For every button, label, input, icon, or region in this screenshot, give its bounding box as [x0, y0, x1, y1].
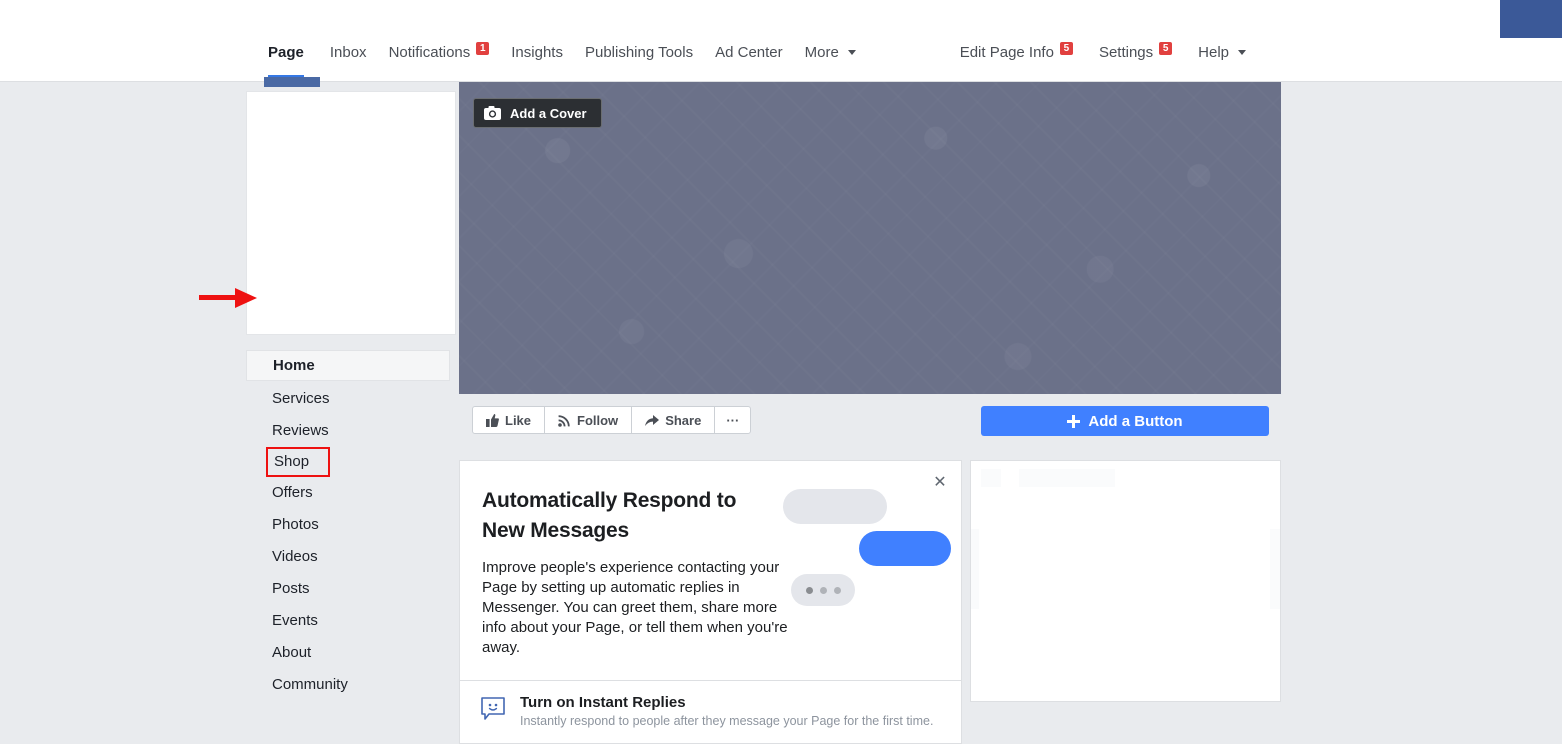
rss-icon	[558, 414, 570, 427]
sidebar-item-offers[interactable]: Offers	[246, 477, 464, 509]
settings-badge: 5	[1159, 42, 1173, 55]
more-options-button[interactable]: ···	[715, 407, 750, 433]
nav-tab-more-label: More	[804, 44, 839, 61]
sidebar-item-label: Shop	[274, 453, 310, 470]
nav-settings[interactable]: Settings 5	[1098, 42, 1198, 79]
ellipsis-icon: ···	[726, 412, 740, 428]
placeholder-block	[1019, 469, 1115, 487]
nav-help-label: Help	[1198, 44, 1229, 61]
nav-tab-page[interactable]: Page	[268, 44, 330, 79]
promo-body-text: Improve people's experience contacting y…	[482, 559, 788, 656]
sidebar-item-community[interactable]: Community	[246, 669, 464, 701]
like-button-label: Like	[505, 412, 532, 428]
nav-tab-publishing-tools[interactable]: Publishing Tools	[585, 44, 715, 79]
edit-page-info-badge: 5	[1059, 42, 1073, 55]
add-cover-label: Add a Cover	[510, 105, 587, 121]
nav-help[interactable]: Help	[1198, 44, 1272, 79]
plus-icon	[1067, 414, 1081, 428]
share-arrow-icon	[645, 414, 660, 426]
sidebar-item-about[interactable]: About	[246, 637, 464, 669]
mockup-incoming-bubble	[783, 489, 887, 524]
sidebar-item-shop[interactable]: Shop	[266, 447, 330, 477]
nav-tab-publishing-tools-label: Publishing Tools	[584, 44, 694, 61]
instant-replies-text-block: Turn on Instant Replies Instantly respon…	[520, 694, 933, 728]
close-icon[interactable]: ✕	[931, 473, 949, 491]
typing-dot	[819, 586, 827, 594]
promo-title: Automatically Respond to New Messages	[482, 489, 737, 542]
profile-picture-card[interactable]	[246, 91, 456, 335]
sidebar-item-events[interactable]: Events	[246, 605, 464, 637]
like-button[interactable]: Like	[473, 407, 546, 433]
typing-dot	[833, 586, 841, 594]
nav-tab-notifications[interactable]: Notifications 1	[388, 42, 512, 79]
sidebar-item-home[interactable]: Home	[246, 350, 450, 381]
page-sections-menu: Home Services Reviews Shop Offers Photos…	[246, 350, 464, 701]
chevron-down-icon	[1238, 50, 1246, 55]
nav-edit-page-info-label: Edit Page Info	[959, 44, 1054, 61]
nav-tab-notifications-label: Notifications	[388, 44, 471, 61]
nav-tab-more[interactable]: More	[805, 44, 878, 79]
instant-replies-subtitle: Instantly respond to people after they m…	[520, 714, 934, 728]
follow-button[interactable]: Follow	[545, 407, 633, 433]
sidebar-item-reviews[interactable]: Reviews	[246, 415, 464, 447]
nav-tab-inbox-label: Inbox	[329, 44, 367, 61]
placeholder-block	[981, 469, 1001, 487]
messenger-mockup-illustration	[783, 479, 951, 606]
share-button-label: Share	[665, 412, 702, 428]
chevron-down-icon	[847, 50, 856, 55]
secondary-nav: Edit Page Info 5 Settings 5 Help	[959, 42, 1272, 79]
thumbs-up-icon	[486, 413, 499, 427]
nav-tab-page-label: Page	[268, 44, 304, 61]
sidebar-item-videos[interactable]: Videos	[246, 541, 464, 573]
camera-icon	[484, 106, 501, 120]
sidebar-item-label: Posts	[272, 580, 310, 597]
nav-tab-insights[interactable]: Insights	[511, 44, 585, 79]
share-button[interactable]: Share	[632, 407, 716, 433]
nav-settings-label: Settings	[1098, 44, 1154, 61]
top-navigation-bar: Page Inbox Notifications 1 Insights Publ…	[0, 0, 1562, 82]
follow-button-label: Follow	[577, 412, 619, 428]
sidebar-item-label: Videos	[272, 548, 318, 565]
nav-tab-insights-label: Insights	[511, 44, 563, 61]
mockup-typing-bubble	[791, 574, 855, 606]
instant-replies-title: Turn on Instant Replies	[520, 694, 686, 711]
page-action-button-group: Like Follow Share ···	[472, 406, 752, 434]
sidebar-item-label: Reviews	[272, 422, 329, 439]
placeholder-block	[971, 529, 979, 609]
nav-edit-page-info[interactable]: Edit Page Info 5	[959, 42, 1099, 79]
placeholder-block	[1270, 529, 1280, 609]
promo-card-top: Automatically Respond to New Messages Im…	[460, 461, 961, 680]
add-a-button-label: Add a Button	[1088, 412, 1183, 430]
nav-tab-ad-center[interactable]: Ad Center	[715, 44, 805, 79]
typing-dot	[805, 586, 813, 594]
sidebar-item-label: Community	[272, 676, 348, 693]
page-body: Add a Cover Home Services Reviews Shop O…	[0, 77, 1562, 744]
nav-tab-inbox[interactable]: Inbox	[330, 44, 389, 79]
account-blue-chip[interactable]	[1500, 0, 1562, 38]
sidebar-item-posts[interactable]: Posts	[246, 573, 464, 605]
sidebar-item-photos[interactable]: Photos	[246, 509, 464, 541]
cover-photo[interactable]: Add a Cover	[459, 82, 1281, 394]
sidebar-item-label: Home	[273, 357, 315, 374]
profile-tab-strip[interactable]	[264, 77, 320, 87]
primary-nav: Page Inbox Notifications 1 Insights Publ…	[268, 42, 878, 79]
instant-replies-promo-card: Automatically Respond to New Messages Im…	[459, 460, 962, 744]
sidebar-item-label: Events	[272, 612, 318, 629]
sidebar-item-label: About	[272, 644, 312, 661]
mockup-outgoing-bubble	[859, 531, 951, 566]
notifications-badge: 1	[476, 42, 490, 55]
nav-tab-ad-center-label: Ad Center	[715, 44, 783, 61]
chat-smiley-icon	[481, 697, 505, 720]
add-a-button-button[interactable]: Add a Button	[981, 406, 1269, 436]
turn-on-instant-replies-row[interactable]: Turn on Instant Replies Instantly respon…	[460, 680, 961, 743]
page-action-bar: Like Follow Share ··· Add a Button	[459, 406, 1281, 450]
sidebar-item-label: Offers	[272, 484, 313, 501]
right-column-card	[970, 460, 1281, 702]
sidebar-item-label: Photos	[272, 516, 319, 533]
add-cover-button[interactable]: Add a Cover	[473, 98, 602, 128]
sidebar-item-label: Services	[272, 390, 330, 407]
sidebar-item-services[interactable]: Services	[246, 383, 464, 415]
